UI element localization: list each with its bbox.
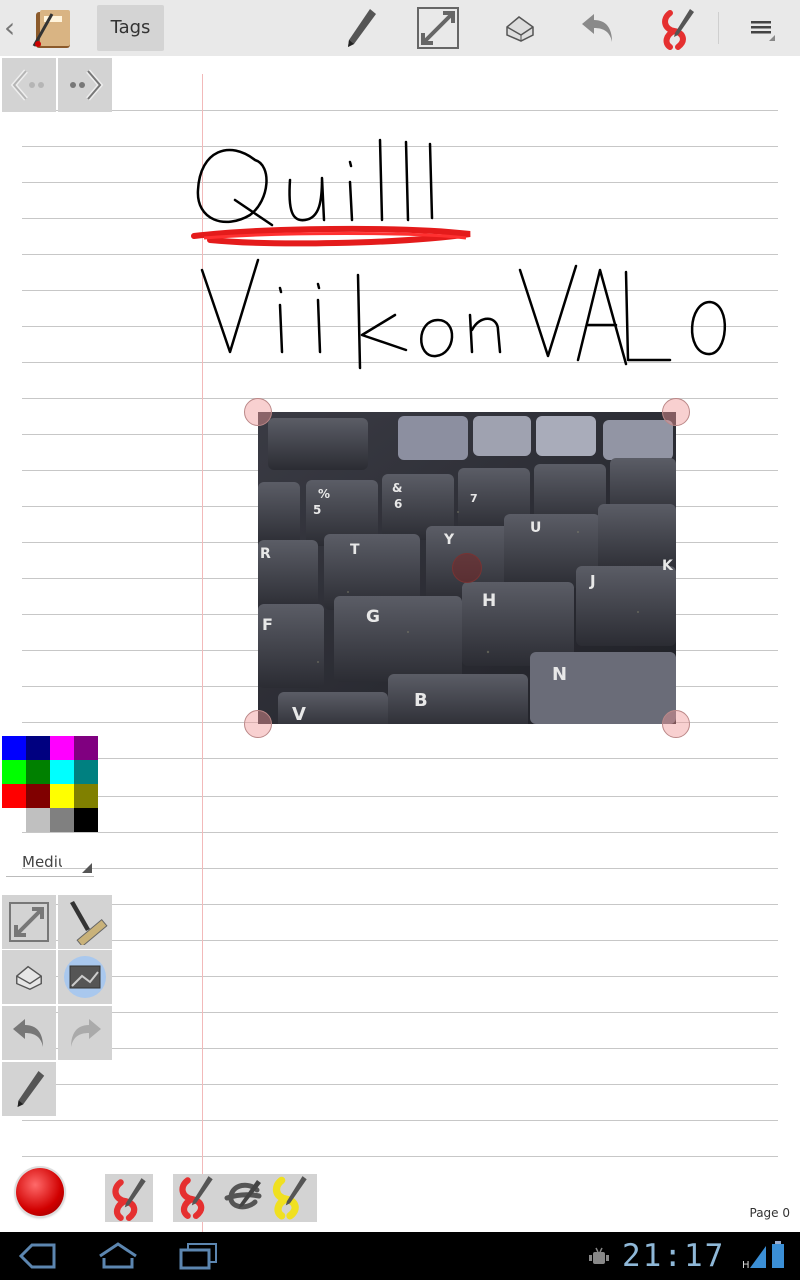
- color-palette: [2, 736, 98, 832]
- rule-line: [22, 868, 778, 869]
- eraser-icon[interactable]: [496, 4, 544, 52]
- pen-presets: [173, 1174, 317, 1222]
- eraser-tool-button[interactable]: [2, 950, 56, 1004]
- resize-handle-bottom-right[interactable]: [662, 710, 690, 738]
- rule-line: [22, 976, 778, 977]
- rule-line: [22, 758, 778, 759]
- nav-home-icon[interactable]: [96, 1240, 140, 1274]
- color-swatch[interactable]: [2, 784, 26, 808]
- color-swatch[interactable]: [50, 760, 74, 784]
- color-swatch[interactable]: [2, 736, 26, 760]
- key-legend: H: [482, 591, 496, 611]
- rule-line: [22, 904, 778, 905]
- key-legend: 6: [394, 497, 402, 511]
- color-swatch[interactable]: [74, 808, 98, 832]
- key-legend: R: [260, 546, 271, 562]
- rule-line: [22, 796, 778, 797]
- redo-button[interactable]: [58, 1006, 112, 1060]
- rule-line: [22, 1084, 778, 1085]
- rule-line: [22, 940, 778, 941]
- key-legend: T: [350, 542, 360, 558]
- key-legend: 5: [313, 503, 321, 517]
- resize-handle-bottom-left[interactable]: [244, 710, 272, 738]
- rule-line: [22, 832, 778, 833]
- pen-tool-button[interactable]: [2, 1062, 56, 1116]
- image-insert-button[interactable]: [58, 950, 112, 1004]
- nav-back-icon[interactable]: [18, 1242, 58, 1274]
- pen-size-value: Medium: [22, 853, 62, 871]
- rule-line: [22, 1048, 778, 1049]
- action-bar-divider: [718, 12, 719, 44]
- rule-line: [22, 1012, 778, 1013]
- ruler-pen-button[interactable]: [58, 895, 112, 949]
- color-swatch[interactable]: [26, 808, 50, 832]
- pen-icon[interactable]: [336, 4, 384, 52]
- overflow-menu-icon[interactable]: [738, 4, 786, 52]
- key-legend: F: [262, 615, 273, 634]
- pen-size-dropdown[interactable]: Medium: [6, 848, 94, 877]
- previous-page-button[interactable]: [2, 58, 56, 112]
- system-navigation-bar: 21:17 H: [0, 1232, 800, 1280]
- color-swatch[interactable]: [50, 736, 74, 760]
- color-swatch[interactable]: [2, 760, 26, 784]
- red-pen-preset-icon[interactable]: [173, 1172, 219, 1224]
- key-legend: N: [552, 664, 567, 685]
- color-swatch[interactable]: [74, 760, 98, 784]
- fullscreen-button[interactable]: [2, 895, 56, 949]
- rule-line: [22, 1120, 778, 1121]
- key-legend: V: [292, 704, 306, 724]
- undo-button[interactable]: [2, 1006, 56, 1060]
- svg-text:H: H: [742, 1260, 750, 1270]
- move-handle[interactable]: [452, 553, 482, 583]
- color-swatch[interactable]: [26, 760, 50, 784]
- color-swatch[interactable]: [74, 736, 98, 760]
- debug-android-icon: [588, 1246, 610, 1272]
- current-pen-button[interactable]: [105, 1174, 153, 1222]
- key-legend: J: [589, 572, 596, 590]
- resize-handle-top-left[interactable]: [244, 398, 272, 426]
- signal-strength-icon: H: [742, 1242, 768, 1274]
- red-pen-icon[interactable]: [654, 4, 702, 52]
- color-swatch[interactable]: [50, 784, 74, 808]
- black-pen-preset-icon[interactable]: [219, 1172, 267, 1224]
- dropdown-triangle-icon: [82, 863, 92, 873]
- yellow-highlighter-preset-icon[interactable]: [267, 1172, 313, 1224]
- color-swatch[interactable]: [74, 784, 98, 808]
- record-button[interactable]: [16, 1168, 64, 1216]
- status-clock: 21:17: [622, 1238, 726, 1274]
- color-swatch[interactable]: [26, 784, 50, 808]
- key-legend: B: [414, 690, 428, 711]
- notebook-app-icon[interactable]: [30, 6, 76, 52]
- key-legend: K: [662, 558, 674, 574]
- handwritten-ink[interactable]: [180, 120, 760, 380]
- color-swatch[interactable]: [50, 808, 74, 832]
- undo-icon[interactable]: [574, 4, 622, 52]
- resize-icon[interactable]: [414, 4, 462, 52]
- next-page-button[interactable]: [58, 58, 112, 112]
- action-bar: ‹ Tags: [0, 0, 800, 57]
- key-legend: &: [392, 481, 402, 495]
- resize-handle-top-right[interactable]: [662, 398, 690, 426]
- key-legend: Y: [443, 532, 455, 548]
- key-legend: 7: [470, 492, 478, 505]
- battery-icon: [770, 1240, 786, 1274]
- key-legend: U: [530, 520, 541, 536]
- rule-line: [22, 1156, 778, 1157]
- nav-recent-apps-icon[interactable]: [178, 1242, 218, 1274]
- color-swatch[interactable]: [2, 808, 26, 832]
- key-legend: G: [366, 607, 380, 627]
- rule-line: [22, 398, 778, 399]
- color-swatch[interactable]: [26, 736, 50, 760]
- page-number-label: Page 0: [749, 1206, 791, 1220]
- back-icon[interactable]: ‹: [4, 14, 22, 42]
- key-legend: %: [318, 487, 330, 501]
- rule-line: [22, 110, 778, 111]
- tags-button[interactable]: Tags: [97, 5, 164, 51]
